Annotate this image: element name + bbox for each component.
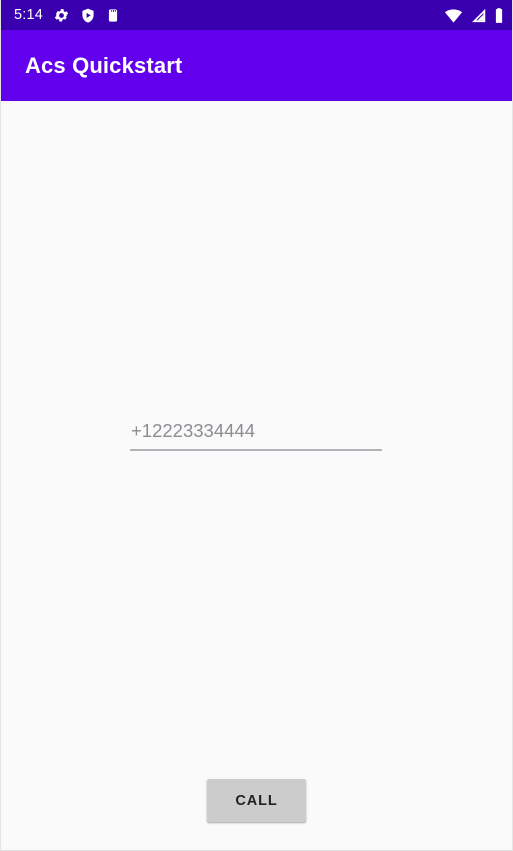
sim-card-icon xyxy=(106,7,120,24)
app-bar-title: Acs Quickstart xyxy=(25,52,183,78)
phone-number-input[interactable] xyxy=(130,419,382,450)
phone-number-input-underline xyxy=(130,449,382,452)
call-button[interactable]: CALL xyxy=(207,779,306,822)
battery-icon xyxy=(494,7,504,24)
play-protect-shield-icon xyxy=(80,7,96,24)
status-bar-right-group xyxy=(444,7,504,24)
settings-gear-icon xyxy=(53,7,70,24)
cellular-signal-icon xyxy=(470,8,487,23)
status-bar-left-group: 5:14 xyxy=(14,7,120,24)
main-content-area: CALL xyxy=(1,101,512,850)
status-bar-clock: 5:14 xyxy=(14,6,44,23)
android-phone-screen: 5:14 Acs Quickstart +12223334444 CALL xyxy=(0,0,513,851)
status-bar: 5:14 xyxy=(1,0,512,30)
wifi-icon xyxy=(444,8,463,23)
app-bar: Acs Quickstart xyxy=(1,30,512,101)
phone-number-field[interactable] xyxy=(130,419,382,452)
